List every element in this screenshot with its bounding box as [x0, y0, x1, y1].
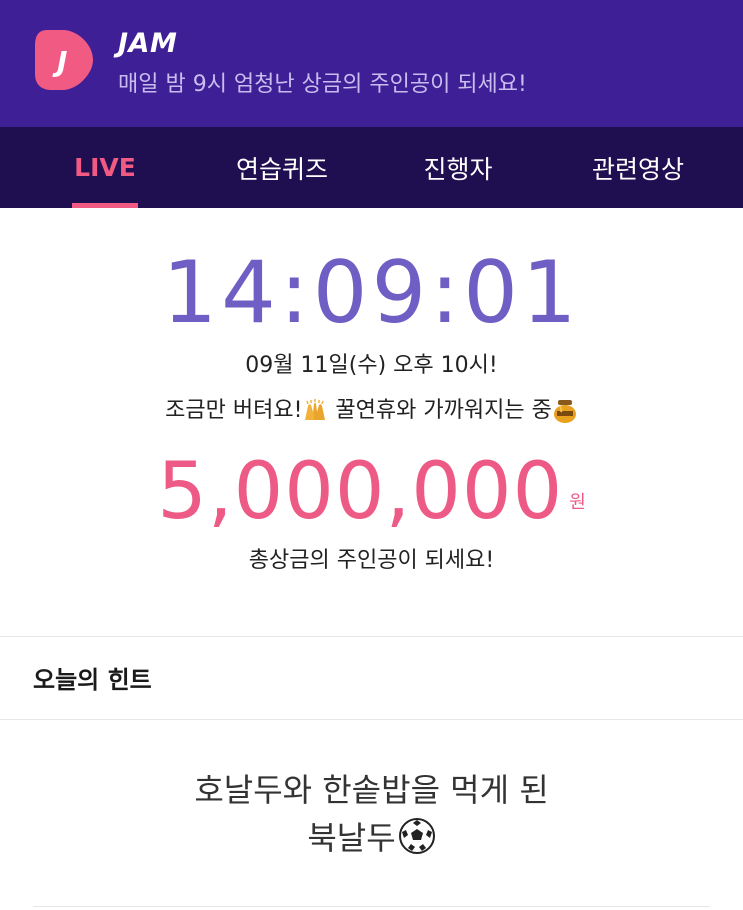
prize-caption: 총상금의 주인공이 되세요!: [248, 548, 495, 573]
tab-label: 연습퀴즈: [235, 154, 328, 184]
section-divider: [33, 906, 710, 907]
tab-live[interactable]: LIVE: [52, 127, 158, 208]
encourage-part1: 조금만 버텨요!: [165, 398, 303, 423]
raised-hands-icon: [305, 399, 326, 420]
active-tab-indicator: [72, 203, 138, 208]
tab-bar: LIVE 연습퀴즈 진행자 관련영상: [0, 127, 743, 208]
section-divider: [0, 719, 743, 720]
tab-related-videos[interactable]: 관련영상: [574, 127, 702, 208]
honey-pot-icon: [553, 400, 576, 423]
encourage-part2: 꿀연휴와 가까워지는 중: [328, 398, 552, 423]
tab-practice-quiz[interactable]: 연습퀴즈: [218, 127, 346, 208]
encourage-text: 조금만 버텨요! 꿀연휴와 가까워지는 중: [0, 392, 743, 424]
hint-line-2: 북날두: [307, 819, 396, 857]
countdown-separator: :: [430, 243, 464, 343]
section-divider: [0, 636, 743, 637]
tab-host[interactable]: 진행자: [406, 127, 510, 208]
hint-line-2-wrap: 북날두: [0, 814, 743, 862]
hint-title: 오늘의 힌트: [33, 666, 152, 694]
prize-unit: 원: [569, 492, 586, 513]
countdown-seconds: 01: [463, 243, 581, 343]
jam-logo-icon: J: [35, 30, 93, 90]
soccer-ball-icon: [398, 818, 435, 854]
prize-amount: 5,000,000: [157, 447, 564, 537]
hint-body: 호날두와 한솥밥을 먹게 된 북날두: [0, 766, 743, 862]
schedule-text: 09월 11일(수) 오후 10시!: [245, 353, 498, 378]
countdown-hours: 14: [162, 243, 280, 343]
app-header: J JAM 매일 밤 9시 엄청난 상금의 주인공이 되세요!: [0, 0, 743, 127]
hint-line-1: 호날두와 한솥밥을 먹게 된: [194, 771, 549, 809]
countdown-separator: :: [279, 243, 313, 343]
tab-label: 관련영상: [591, 154, 684, 184]
tab-label: LIVE: [74, 153, 136, 182]
countdown-minutes: 09: [312, 243, 431, 343]
app-name: JAM: [118, 28, 178, 59]
tab-label: 진행자: [423, 154, 493, 184]
countdown-timer: 14:09:01: [0, 243, 743, 343]
app-tagline: 매일 밤 9시 엄청난 상금의 주인공이 되세요!: [118, 72, 527, 97]
prize-display: 5,000,000 원: [0, 447, 743, 537]
